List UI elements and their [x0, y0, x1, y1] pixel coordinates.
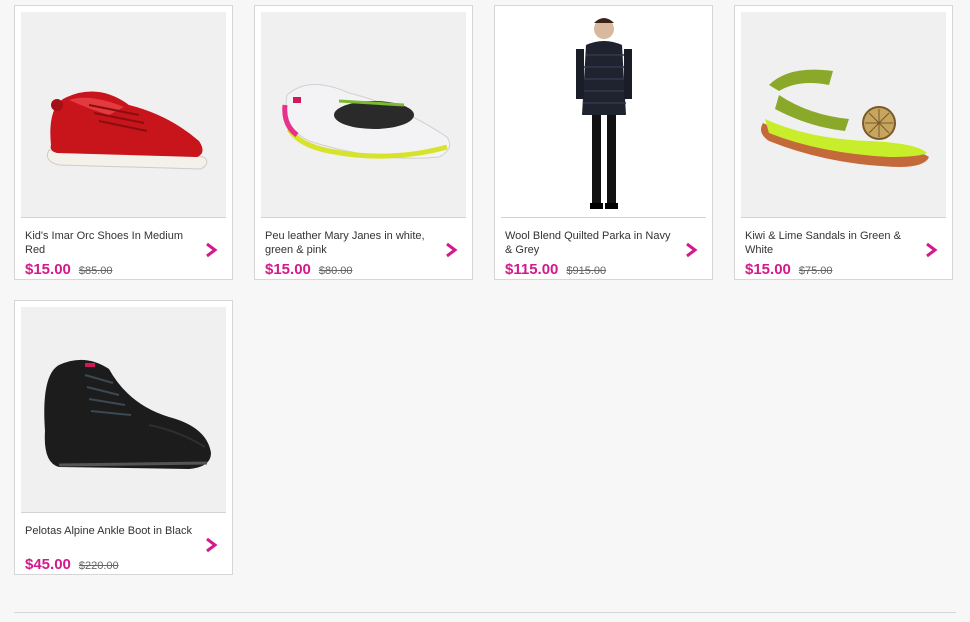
product-card[interactable]: Wool Blend Quilted Parka in Navy & Grey …: [494, 5, 713, 280]
card-divider: [21, 217, 226, 218]
sale-price: $45.00: [25, 556, 71, 573]
chevron-right-icon[interactable]: [444, 242, 458, 258]
kiwi-sandal-image[interactable]: [741, 12, 946, 217]
chevron-right-icon[interactable]: [684, 242, 698, 258]
black-ankle-boot-image[interactable]: [21, 307, 226, 512]
red-sneaker-image[interactable]: [21, 12, 226, 217]
product-card[interactable]: Peu leather Mary Janes in white, green &…: [254, 5, 473, 280]
original-price: $75.00: [798, 265, 833, 277]
product-title[interactable]: Kiwi & Lime Sandals in Green & White: [745, 229, 913, 257]
chevron-right-icon[interactable]: [204, 537, 218, 553]
card-divider: [261, 217, 466, 218]
sale-price: $15.00: [265, 261, 311, 278]
footer-divider: [14, 612, 956, 613]
price-row: $15.00 $75.00: [745, 261, 833, 278]
sale-price: $15.00: [745, 261, 791, 278]
price-row: $45.00 $220.00: [25, 556, 119, 573]
quilted-parka-image[interactable]: [501, 12, 706, 217]
original-price: $915.00: [566, 265, 607, 277]
product-card[interactable]: Pelotas Alpine Ankle Boot in Black $45.0…: [14, 300, 233, 575]
sale-price: $15.00: [25, 261, 71, 278]
product-card[interactable]: Kiwi & Lime Sandals in Green & White $15…: [734, 5, 953, 280]
original-price: $85.00: [78, 265, 113, 277]
chevron-right-icon[interactable]: [924, 242, 938, 258]
original-price: $80.00: [318, 265, 353, 277]
price-row: $15.00 $85.00: [25, 261, 113, 278]
product-title[interactable]: Kid's Imar Orc Shoes In Medium Red: [25, 229, 193, 257]
white-mary-jane-image[interactable]: [261, 12, 466, 217]
price-row: $115.00 $915.00: [505, 261, 606, 278]
original-price: $220.00: [78, 560, 119, 572]
product-card[interactable]: Kid's Imar Orc Shoes In Medium Red $15.0…: [14, 5, 233, 280]
product-title[interactable]: Peu leather Mary Janes in white, green &…: [265, 229, 433, 257]
product-title[interactable]: Wool Blend Quilted Parka in Navy & Grey: [505, 229, 673, 257]
price-row: $15.00 $80.00: [265, 261, 353, 278]
product-title[interactable]: Pelotas Alpine Ankle Boot in Black: [25, 524, 193, 538]
sale-price: $115.00: [505, 261, 559, 278]
card-divider: [741, 217, 946, 218]
card-divider: [21, 512, 226, 513]
chevron-right-icon[interactable]: [204, 242, 218, 258]
card-divider: [501, 217, 706, 218]
